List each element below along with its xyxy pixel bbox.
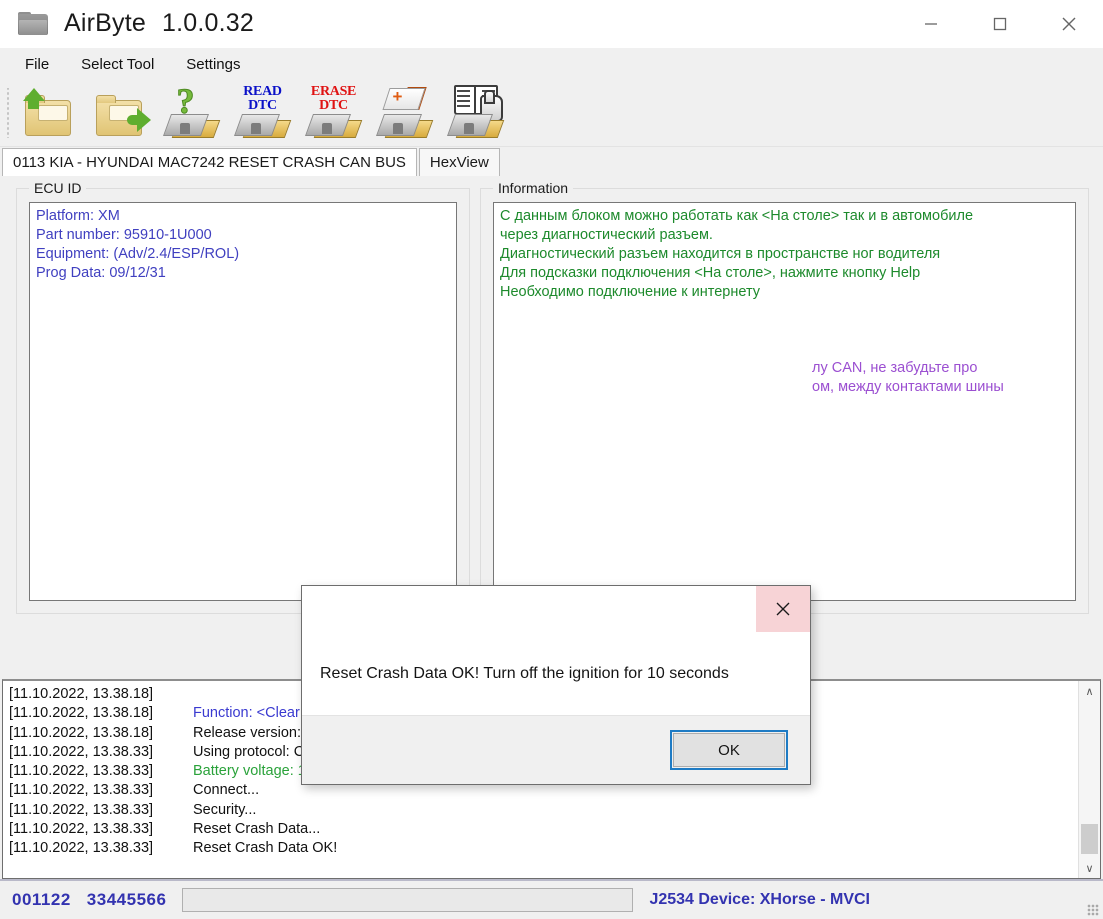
ecu-id-groupbox: ECU ID Platform: XM Part number: 95910-1… [16, 180, 470, 614]
tab-reset-crash-can-bus[interactable]: 0113 KIA - HYUNDAI MAC7242 RESET CRASH C… [2, 148, 417, 176]
tabstrip: 0113 KIA - HYUNDAI MAC7242 RESET CRASH C… [0, 147, 1103, 176]
information-groupbox: Information С данным блоком можно работа… [480, 180, 1089, 614]
log-scrollbar[interactable]: ∧ ∨ [1078, 681, 1100, 878]
info-green-line-3: Диагностический разъем находится в прост… [500, 246, 941, 262]
statusbar-device-label: J2534 Device: XHorse - MVCI [649, 891, 870, 908]
read-dtc-line2: DTC [248, 98, 277, 113]
window-title-app: AirByte [64, 9, 146, 37]
erase-dtc-icon: ERASE DTC [303, 84, 365, 142]
read-dtc-icon: READ DTC [232, 84, 294, 142]
ecu-id-line-part-number: Part number: 95910-1U000 [36, 227, 212, 243]
statusbar: 001122 33445566 J2534 Device: XHorse - MV… [0, 879, 1103, 919]
info-purple-line-2: ом, между контактами шины [812, 379, 1004, 395]
erase-dtc-line2: DTC [319, 98, 348, 113]
toolbar-button-erase-dtc[interactable]: ERASE DTC [298, 82, 369, 144]
menubar: File Select Tool Settings [0, 48, 318, 80]
menu-item-file[interactable]: File [14, 52, 60, 77]
work-area: ECU ID Platform: XM Part number: 95910-1… [0, 176, 1103, 785]
log-row: [11.10.2022, 13.38.33] Reset Crash Data … [9, 839, 1078, 858]
log-message: Reset Crash Data OK! [193, 840, 338, 857]
app-window: AirByte 1.0.0.32 File Select Tool Setting… [0, 0, 1103, 919]
log-timestamp: [11.10.2022, 13.38.33] [9, 821, 154, 838]
info-purple-line-1: лу CAN, не забудьте про [812, 360, 978, 376]
log-timestamp: [11.10.2022, 13.38.33] [9, 743, 154, 760]
info-green-line-4: Для подсказки подключения <На столе>, на… [500, 265, 921, 281]
dialog-footer: OK [302, 715, 810, 784]
read-dtc-line1: READ [243, 84, 282, 99]
menu-item-settings[interactable]: Settings [175, 52, 251, 77]
close-button[interactable] [1034, 0, 1103, 47]
dialog-ok-button[interactable]: OK [670, 730, 788, 770]
dialog-titlebar [302, 586, 810, 632]
dialog-body: Reset Crash Data OK! Turn off the igniti… [302, 632, 810, 715]
save-file-icon [90, 84, 152, 142]
ecu-id-line-equipment: Equipment: (Adv/2.4/ESP/ROL) [36, 246, 240, 262]
window-controls [896, 0, 1103, 47]
info-green-line-2: через диагностический разъем. [500, 227, 713, 243]
info-green-line-5: Необходимо подключение к интернету [500, 284, 761, 300]
ecu-id-text: Platform: XM Part number: 95910-1U000 Eq… [30, 203, 456, 287]
log-timestamp: [11.10.2022, 13.38.18] [9, 724, 154, 741]
toolbar-button-save-file[interactable] [85, 82, 156, 144]
information-group-title: Information [493, 180, 574, 196]
log-message: Connect... [193, 782, 260, 799]
ecu-id-textbox[interactable]: Platform: XM Part number: 95910-1U000 Eq… [29, 202, 457, 601]
window-title-version: 1.0.0.32 [161, 9, 254, 37]
log-timestamp: [11.10.2022, 13.38.33] [9, 801, 154, 818]
ecu-id-line-platform: Platform: XM [36, 208, 120, 224]
window-title: AirByte 1.0.0.32 [64, 9, 254, 38]
information-text: С данным блоком можно работать как <На с… [494, 203, 1075, 401]
ecu-id-line-prog-data: Prog Data: 09/12/31 [36, 265, 166, 281]
scroll-down-icon[interactable]: ∨ [1079, 858, 1100, 878]
log-timestamp: [11.10.2022, 13.38.33] [9, 840, 154, 857]
resize-grip[interactable] [1087, 904, 1099, 916]
toolbar-button-clear-crash[interactable]: + [369, 82, 440, 144]
identify-ecu-icon: ? [161, 83, 223, 142]
help-icon [445, 84, 507, 142]
toolbar: ? READ DTC ERASE DTC + [0, 80, 1103, 147]
log-timestamp: [11.10.2022, 13.38.18] [9, 705, 154, 722]
log-timestamp: [11.10.2022, 13.38.33] [9, 782, 154, 799]
log-timestamp: [11.10.2022, 13.38.18] [9, 686, 154, 702]
scrollbar-track[interactable] [1079, 701, 1100, 858]
app-folder-icon [18, 11, 48, 36]
log-message: Reset Crash Data... [193, 821, 321, 838]
statusbar-codes: 001122 33445566 [12, 890, 166, 910]
info-green-line-1: С данным блоком можно работать как <На с… [500, 208, 974, 224]
toolbar-button-identify-ecu[interactable]: ? [156, 82, 227, 144]
toolbar-button-open-file[interactable] [14, 82, 85, 144]
open-file-icon [19, 84, 81, 142]
tab-hexview[interactable]: HexView [418, 148, 500, 176]
statusbar-progressbar [182, 888, 634, 912]
toolbar-button-read-dtc[interactable]: READ DTC [227, 82, 298, 144]
log-row: [11.10.2022, 13.38.33] Reset Crash Data.… [9, 820, 1078, 839]
erase-dtc-line1: ERASE [310, 84, 357, 99]
toolbar-button-help[interactable] [440, 82, 511, 144]
minimize-button[interactable] [896, 0, 965, 47]
scrollbar-thumb[interactable] [1081, 824, 1098, 854]
message-dialog: Reset Crash Data OK! Turn off the igniti… [301, 585, 811, 785]
dialog-message: Reset Crash Data OK! Turn off the igniti… [320, 664, 729, 682]
statusbar-code-left: 001122 [12, 890, 71, 909]
log-row: [11.10.2022, 13.38.33] Security... [9, 801, 1078, 820]
menu-item-select-tool[interactable]: Select Tool [70, 52, 165, 77]
clear-crash-icon: + [374, 84, 436, 142]
toolbar-grip[interactable] [4, 88, 12, 138]
window-titlebar: AirByte 1.0.0.32 [0, 0, 1103, 48]
information-textbox[interactable]: С данным блоком можно работать как <На с… [493, 202, 1076, 601]
ecu-id-group-title: ECU ID [29, 180, 87, 196]
dialog-close-button[interactable] [756, 586, 810, 632]
maximize-button[interactable] [965, 0, 1034, 47]
scroll-up-icon[interactable]: ∧ [1079, 681, 1100, 701]
log-message: Security... [193, 801, 257, 818]
log-timestamp: [11.10.2022, 13.38.33] [9, 763, 154, 780]
statusbar-code-right: 33445566 [86, 890, 167, 909]
